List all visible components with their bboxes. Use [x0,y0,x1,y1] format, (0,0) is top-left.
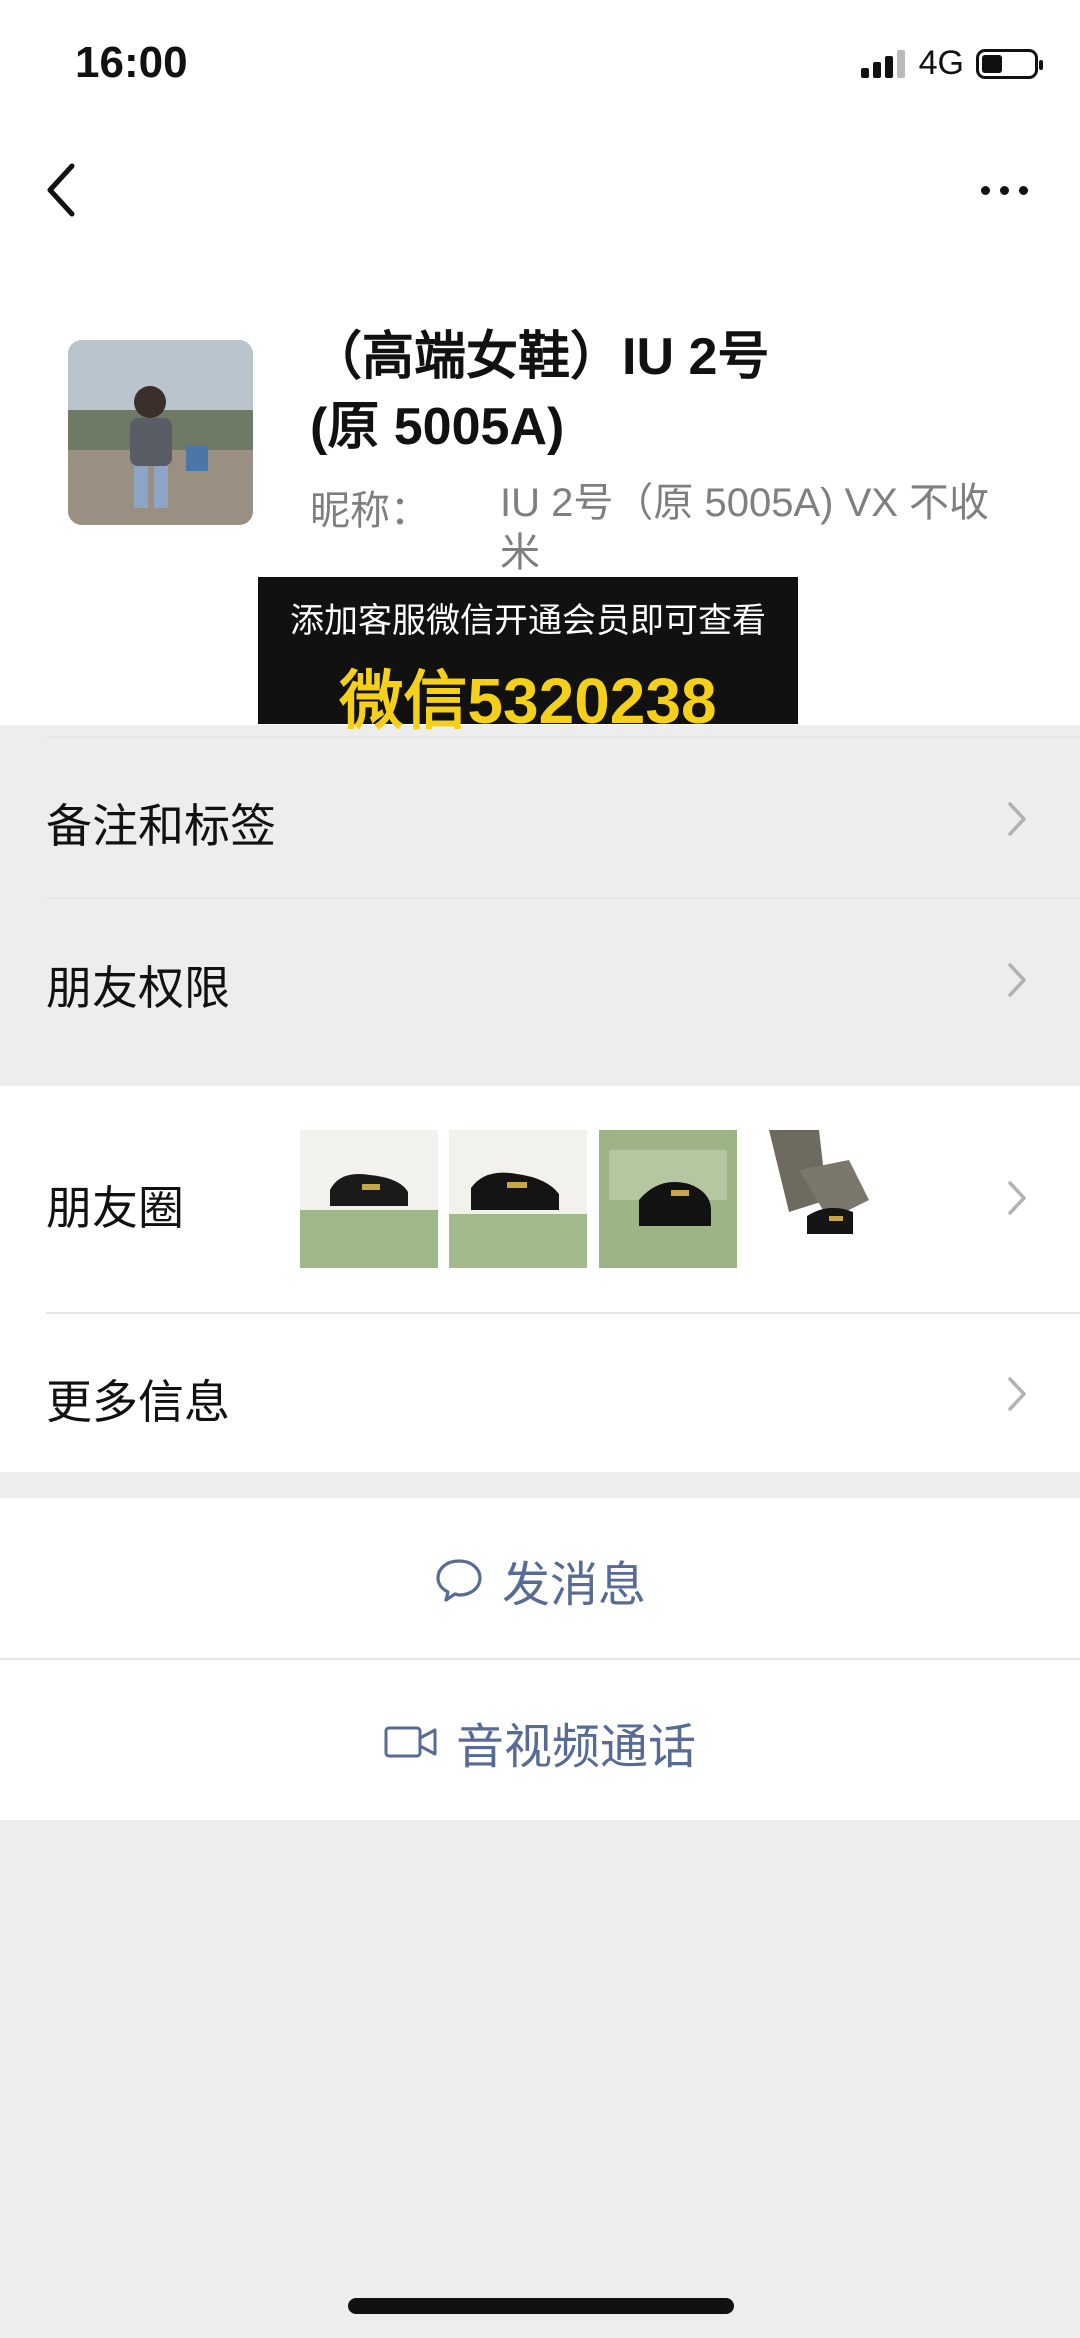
avatar[interactable] [68,340,253,525]
nickname-value: IU 2号（原 5005A) VX 不收米 [500,481,990,575]
banner-line1: 添加客服微信开通会员即可查看 [290,602,766,640]
chat-bubble-icon [436,1559,482,1602]
chevron-right-icon [1008,963,1026,997]
chevron-right-icon [1008,802,1026,836]
battery-icon [976,48,1043,79]
back-icon[interactable] [40,158,86,222]
moments-thumbnail [449,1130,587,1268]
permissions-row[interactable]: 朋友权限 [46,952,230,1018]
name-line2: (原 5005A) [310,398,565,456]
av-call-label: 音视频通话 [455,1721,696,1774]
moments-thumbnail [749,1130,887,1268]
chevron-right-icon [1008,1377,1026,1411]
status-indicators: 4G [860,44,1043,83]
divider [0,1658,1080,1660]
divider [46,897,1080,899]
promo-banner: 添加客服微信开通会员即可查看 微信5320238 [258,577,798,737]
send-message-label: 发消息 [501,1559,646,1612]
moments-thumbnail [599,1130,737,1268]
av-call-button[interactable]: 音视频通话 [0,1710,1080,1774]
home-indicator[interactable] [348,2298,734,2314]
video-call-icon [384,1726,437,1758]
more-icon[interactable] [981,186,1028,195]
nickname-label: 昵称： [310,489,430,533]
moments-row[interactable]: 朋友圈 [46,1172,184,1238]
notes-tags-row[interactable]: 备注和标签 [46,790,276,856]
name-line1: （高端女鞋）IU 2号 [310,328,770,386]
divider [46,736,1080,738]
send-message-button[interactable]: 发消息 [0,1548,1080,1612]
more-info-row[interactable]: 更多信息 [46,1366,230,1432]
signal-icon [860,49,905,78]
divider [46,1312,1080,1314]
moments-thumbnail [300,1130,438,1268]
chevron-right-icon [1008,1181,1026,1215]
contact-name: （高端女鞋）IU 2号 (原 5005A) [310,322,950,462]
banner-line2: 微信5320238 [339,665,717,737]
status-time: 16:00 [75,38,188,87]
network-type: 4G [918,44,964,82]
